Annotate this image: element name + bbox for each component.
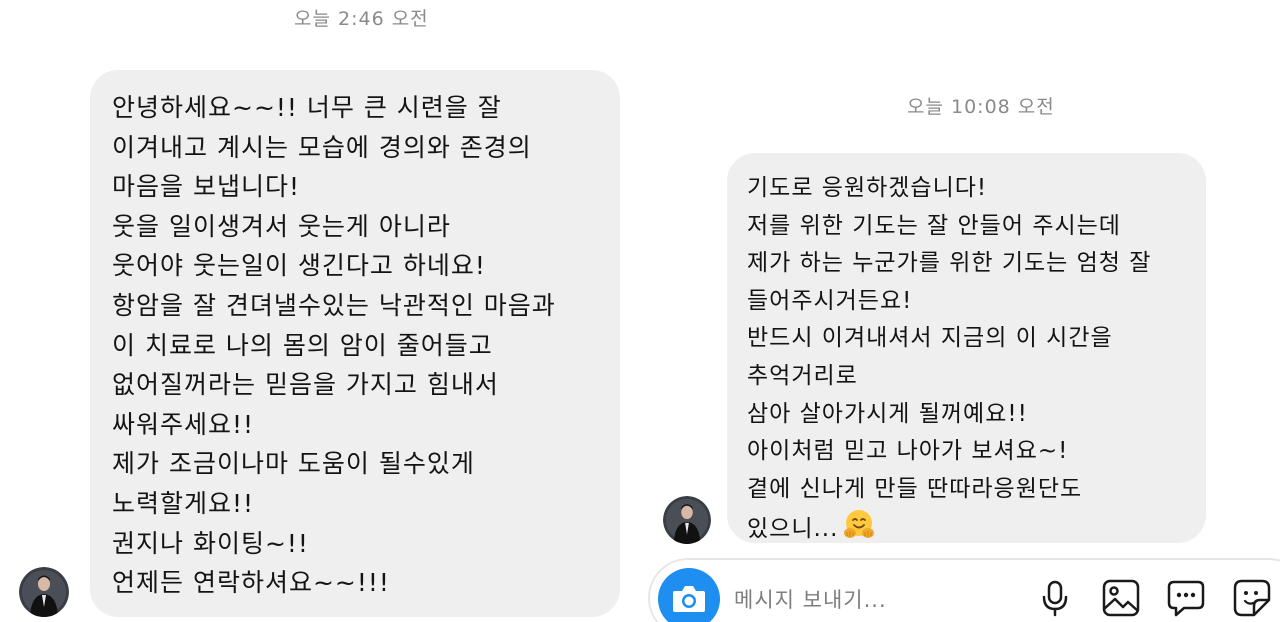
message-line: 이겨내고 계시는 모습에 경의와 존경의 bbox=[112, 132, 532, 162]
message-line: 웃어야 웃는일이 생긴다고 하네요! bbox=[112, 251, 486, 281]
message-timestamp: 오늘 10:08 오전 bbox=[907, 96, 1055, 118]
message-line-with-emoji: 있으니... bbox=[747, 508, 1192, 546]
message-line: 노력할게요!! bbox=[112, 488, 255, 518]
message-line: 언제든 연락하셔요~~!!! bbox=[112, 568, 390, 598]
message-line: 이 치료로 나의 몸의 암이 줄어들고 bbox=[112, 330, 493, 360]
message-line: 안녕하세요~~!! 너무 큰 시련을 잘 bbox=[112, 93, 502, 122]
message-line: 웃을 일이생겨서 웃는게 아니라 bbox=[112, 211, 451, 241]
message-line: 없어질꺼라는 믿음을 가지고 힘내서 bbox=[112, 370, 499, 400]
received-message-bubble[interactable]: 안녕하세요~~!! 너무 큰 시련을 잘 이겨내고 계시는 모습에 경의와 존경… bbox=[90, 70, 620, 617]
message-line: 아이처럼 믿고 나아가 보셔요~! bbox=[747, 438, 1069, 465]
sender-avatar[interactable] bbox=[663, 496, 711, 544]
message-line: 기도로 응원하겠습니다! bbox=[747, 175, 988, 201]
camera-icon bbox=[673, 586, 705, 612]
direct-message-thread: 오늘 2:46 오전 안녕하세요~~!! 너무 큰 시련을 잘 이겨내고 계시는… bbox=[0, 0, 1280, 622]
received-message-bubble[interactable]: 기도로 응원하겠습니다! 저를 위한 기도는 잘 안들어 주시는데 제가 하는 … bbox=[727, 153, 1206, 543]
camera-button[interactable] bbox=[658, 568, 720, 622]
message-line: 권지나 화이팅~!! bbox=[112, 528, 309, 558]
message-line: 마음을 보냅니다! bbox=[112, 172, 300, 202]
chat-bubble-icon[interactable] bbox=[1166, 578, 1206, 618]
microphone-icon[interactable] bbox=[1035, 578, 1075, 618]
sender-avatar[interactable] bbox=[19, 567, 69, 617]
message-line: 제가 조금이나마 도움이 될수있게 bbox=[112, 449, 475, 479]
message-line: 제가 하는 누군가를 위한 기도는 엄청 잘 bbox=[747, 250, 1152, 277]
message-timestamp: 오늘 2:46 오전 bbox=[294, 8, 429, 30]
message-line: 삼아 살아가시게 될꺼예요!! bbox=[747, 400, 1028, 427]
message-line: 곁에 신나게 만들 딴따라응원단도 bbox=[747, 475, 1083, 502]
hugging-face-emoji-icon bbox=[842, 508, 876, 542]
message-line: 추억거리로 bbox=[747, 362, 858, 389]
image-icon[interactable] bbox=[1101, 578, 1141, 618]
sticker-icon[interactable] bbox=[1232, 578, 1272, 618]
message-line: 들어주시거든요! bbox=[747, 287, 913, 314]
message-line-text: 있으니... bbox=[747, 516, 839, 543]
message-line: 싸워주세요!! bbox=[112, 409, 255, 439]
message-input[interactable]: 메시지 보내기... bbox=[734, 584, 887, 614]
message-line: 저를 위한 기도는 잘 안들어 주시는데 bbox=[747, 212, 1121, 239]
message-line: 항암을 잘 견뎌낼수있는 낙관적인 마음과 bbox=[112, 290, 556, 320]
message-line: 반드시 이겨내셔서 지금의 이 시간을 bbox=[747, 325, 1113, 352]
